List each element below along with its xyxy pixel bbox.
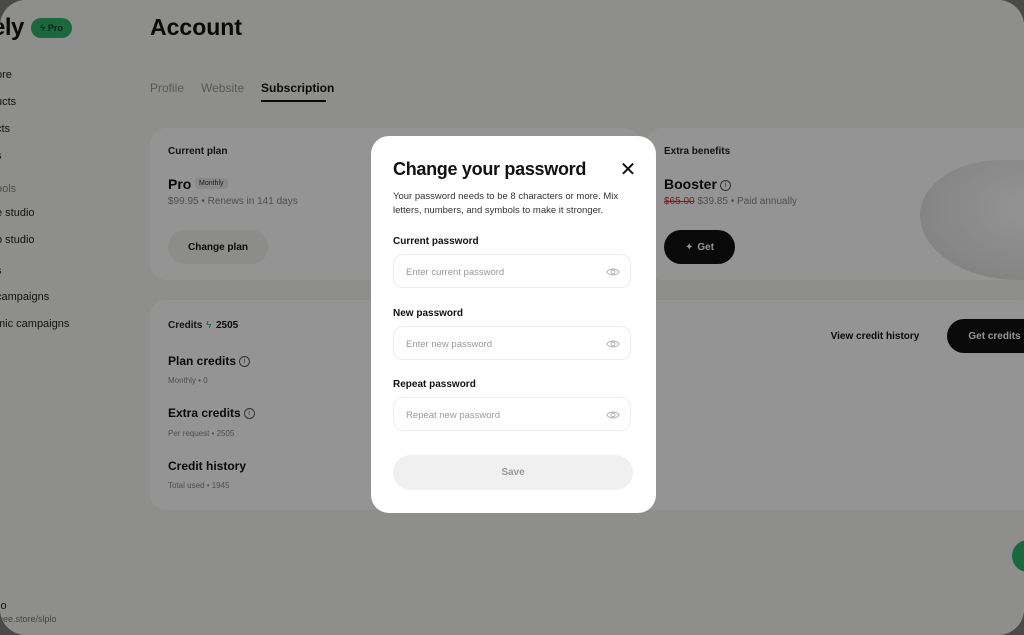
change-password-modal: Change your password ✕ Your password nee…	[371, 136, 656, 513]
new-password-input[interactable]	[404, 327, 598, 361]
current-password-label: Current password	[393, 236, 479, 247]
repeat-password-input[interactable]	[404, 398, 598, 432]
current-password-input[interactable]	[404, 255, 598, 289]
eye-icon[interactable]	[606, 408, 620, 422]
repeat-password-label: Repeat password	[393, 379, 476, 390]
modal-title: Change your password	[393, 159, 587, 179]
modal-description: Your password needs to be 8 characters o…	[393, 191, 619, 216]
new-password-label: New password	[393, 308, 464, 319]
save-button[interactable]: Save	[393, 455, 633, 490]
close-icon[interactable]: ✕	[617, 159, 639, 181]
repeat-password-field[interactable]	[393, 397, 631, 432]
eye-icon[interactable]	[606, 265, 620, 279]
eye-icon[interactable]	[606, 337, 620, 351]
app-window: ely ϟ Pro ore ucts cts s ools e studio o…	[0, 0, 1024, 635]
current-password-field[interactable]	[393, 254, 631, 289]
new-password-field[interactable]	[393, 326, 631, 361]
